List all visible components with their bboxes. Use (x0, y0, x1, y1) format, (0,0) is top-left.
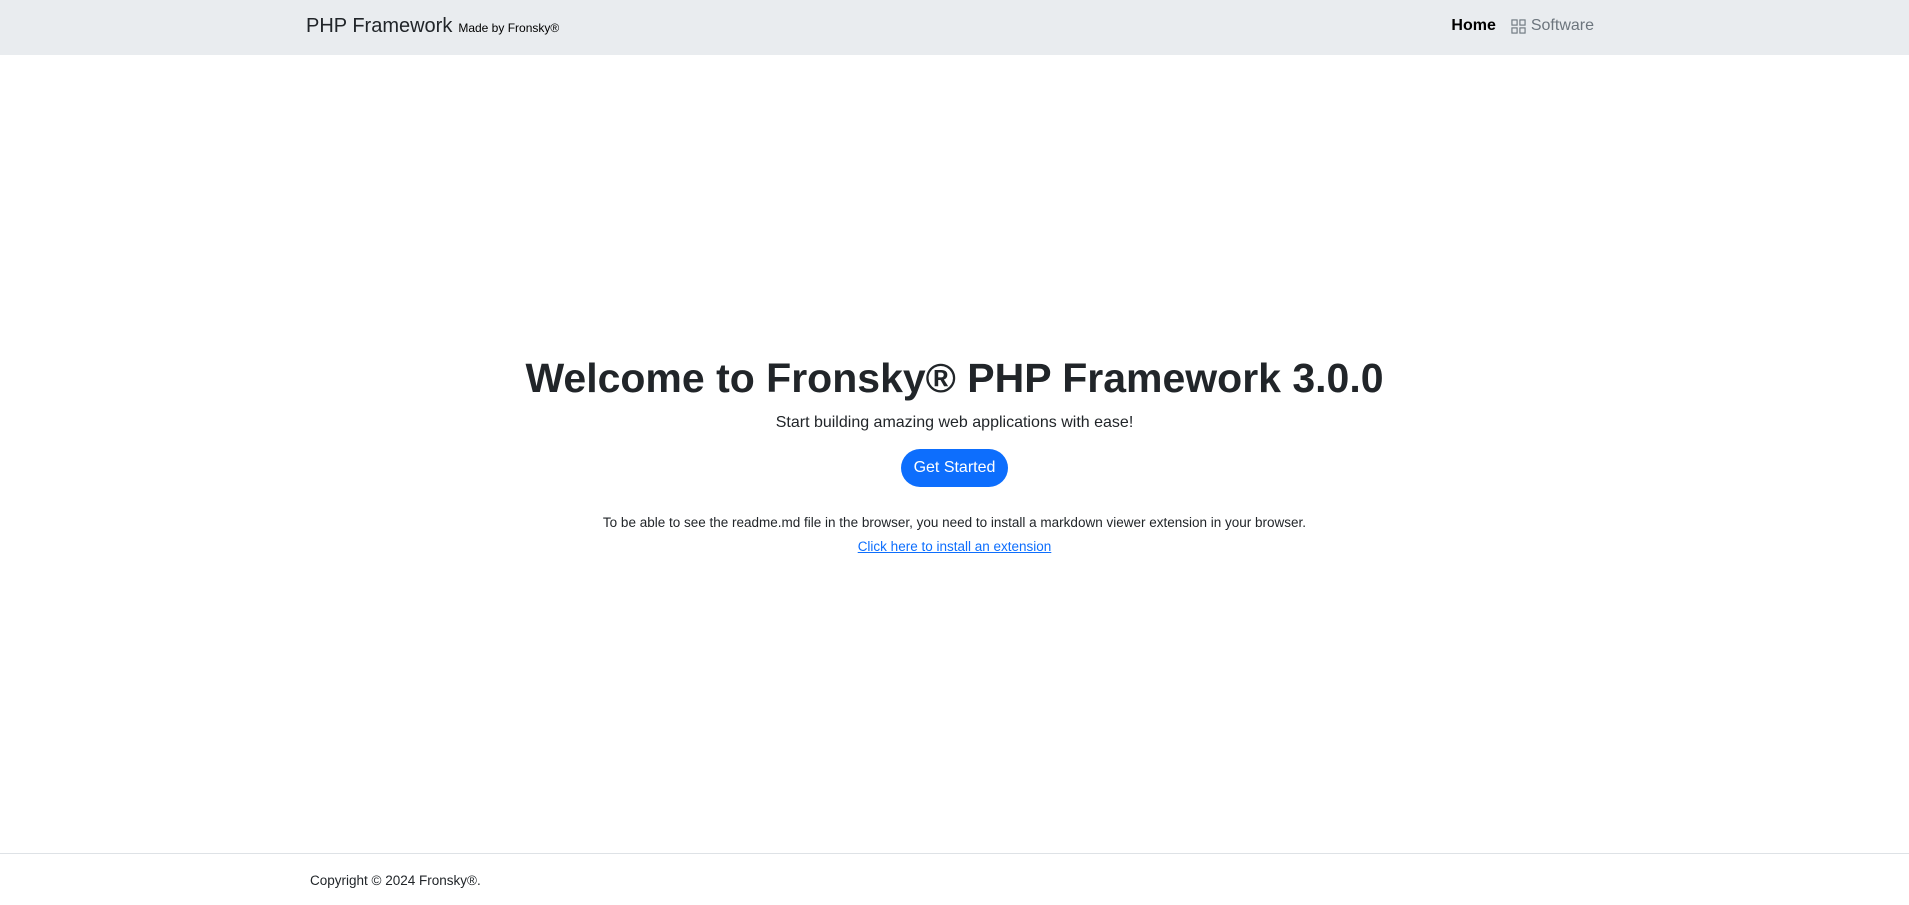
nav-links: Home Software (1451, 17, 1594, 35)
install-extension-link[interactable]: Click here to install an extension (858, 538, 1052, 556)
nav-link-home[interactable]: Home (1451, 17, 1495, 35)
grid-icon (1511, 18, 1526, 34)
nav-link-software[interactable]: Software (1511, 17, 1594, 35)
top-navbar: PHP Framework Made by Fronsky® Home Soft… (0, 0, 1909, 55)
brand-name-link[interactable]: PHP Framework (306, 15, 452, 38)
page-title: Welcome to Fronsky® PHP Framework 3.0.0 (525, 355, 1384, 401)
get-started-button[interactable]: Get Started (900, 449, 1009, 487)
brand-subtitle: Made by Fronsky® (458, 21, 560, 35)
nav-link-software-label: Software (1530, 17, 1594, 34)
cta-wrapper: Get Started (0, 449, 1909, 487)
hero-section: Welcome to Fronsky® PHP Framework 3.0.0 … (0, 352, 1909, 556)
hero-subtitle: Start building amazing web applications … (775, 414, 1134, 431)
copyright-text: Copyright © 2024 Fronsky®. (310, 873, 481, 888)
brand: PHP Framework Made by Fronsky® (306, 15, 559, 38)
markdown-note: To be able to see the readme.md file in … (602, 515, 1307, 530)
footer: Copyright © 2024 Fronsky®. (0, 853, 1909, 905)
